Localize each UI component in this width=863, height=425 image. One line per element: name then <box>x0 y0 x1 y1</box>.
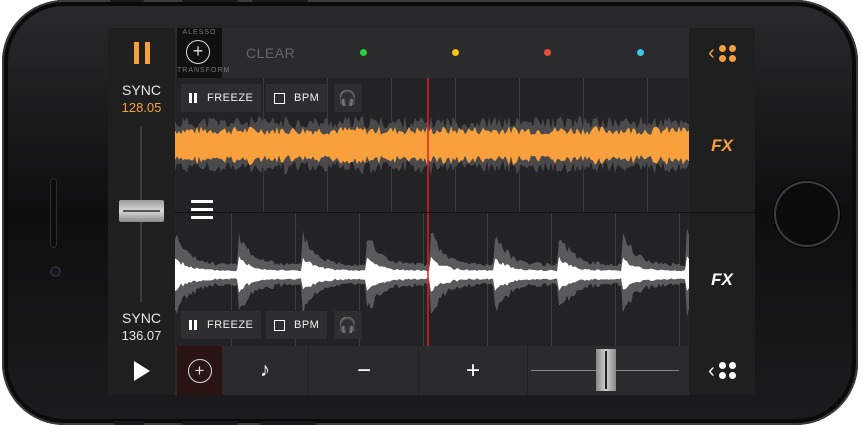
deck-a-freeze-button[interactable]: FREEZE <box>181 84 262 112</box>
pause-icon <box>133 42 139 64</box>
deck-b-headphones-button[interactable]: 🎧 <box>334 311 362 339</box>
clear-button[interactable]: CLEAR <box>246 45 295 61</box>
menu-icon[interactable] <box>191 200 213 224</box>
deck-a-bpm-readout: 128.05 <box>121 100 162 115</box>
add-effect-button[interactable]: + <box>177 346 222 395</box>
music-note-button[interactable]: ♪ <box>222 346 308 395</box>
pad-4-blue[interactable] <box>637 49 644 56</box>
chevron-left-icon: ‹ <box>708 42 715 64</box>
deck-a-headphones-button[interactable]: 🎧 <box>334 84 362 112</box>
headphones-icon: 🎧 <box>338 317 358 334</box>
deck-a-waveform[interactable]: FREEZE BPM 🎧 <box>175 78 689 212</box>
pause-icon <box>189 93 192 103</box>
volume-up-button <box>182 0 238 2</box>
deck-b-sync-button[interactable]: SYNC <box>108 310 175 326</box>
bottom-panel-toggle[interactable]: ‹ <box>689 346 755 395</box>
minus-button[interactable]: − <box>308 346 419 395</box>
add-effect-icon: + <box>186 40 210 64</box>
edit-icon <box>274 319 285 331</box>
pause-icon-bar <box>144 42 150 64</box>
left-column: SYNC 128.05 SYNC 136.07 <box>108 78 175 346</box>
pitch-fader-knob[interactable] <box>119 200 164 222</box>
top-panel-toggle[interactable]: ‹ <box>689 28 755 78</box>
silent-switch <box>110 0 144 2</box>
deck-a-sync-button[interactable]: SYNC <box>108 82 175 98</box>
deck-b-bpm-button[interactable]: BPM <box>266 311 328 339</box>
front-camera <box>50 266 61 277</box>
effect-caption-bottom: TRANSFORM <box>177 67 231 74</box>
deck-a-fx-button[interactable]: FX <box>689 136 755 156</box>
pad-1-green[interactable] <box>360 49 367 56</box>
edit-icon <box>274 92 285 104</box>
play-icon <box>133 360 150 381</box>
pause-icon-bar <box>194 320 197 330</box>
volume-down-button <box>252 0 308 2</box>
deck-b-bpm-readout: 136.07 <box>121 328 162 343</box>
deck-b-freeze-label: FREEZE <box>207 319 254 331</box>
pause-button[interactable] <box>108 28 175 78</box>
fx-divider <box>689 212 755 213</box>
crossfader-knob[interactable] <box>596 349 616 391</box>
app-screen: ALESSO + TRANSFORM CLEAR ‹ SYNC 128.05 S… <box>108 28 755 395</box>
earpiece-speaker <box>50 178 57 248</box>
deck-b-freeze-button[interactable]: FREEZE <box>181 311 262 339</box>
music-note-icon: ♪ <box>260 359 270 381</box>
deck-a-bpm-label: BPM <box>294 92 320 104</box>
pause-icon-bar <box>194 93 197 103</box>
plus-label: + <box>465 356 480 384</box>
effect-thumbnail[interactable]: ALESSO + TRANSFORM <box>177 28 231 78</box>
headphones-icon: 🎧 <box>338 90 358 107</box>
deck-a-bpm-button[interactable]: BPM <box>266 84 328 112</box>
bottom-bar: + ♪ − + ‹ <box>108 346 755 395</box>
pause-icon <box>189 320 192 330</box>
effect-caption-top: ALESSO <box>182 29 217 36</box>
deck-b-waveform[interactable]: FREEZE BPM 🎧 <box>175 212 689 347</box>
lower-button-2 <box>182 421 238 425</box>
pad-3-red[interactable] <box>544 49 551 56</box>
play-button[interactable] <box>108 346 175 395</box>
deck-b-fx-button[interactable]: FX <box>689 270 755 290</box>
home-button[interactable] <box>774 181 840 247</box>
minus-label: − <box>356 356 371 384</box>
pads-grid-icon <box>718 44 736 62</box>
add-circle-icon: + <box>187 358 212 383</box>
deck-a-freeze-label: FREEZE <box>207 92 254 104</box>
plus-button[interactable]: + <box>418 346 528 395</box>
chevron-left-icon: ‹ <box>708 359 715 382</box>
pad-2-yellow[interactable] <box>452 49 459 56</box>
pads-grid-icon <box>718 362 736 379</box>
deck-b-bpm-label: BPM <box>294 319 320 331</box>
top-bar: ALESSO + TRANSFORM CLEAR ‹ <box>108 28 755 78</box>
fx-column: FX FX <box>689 78 755 346</box>
lower-button-3 <box>260 421 316 425</box>
lower-button-1 <box>114 421 144 425</box>
